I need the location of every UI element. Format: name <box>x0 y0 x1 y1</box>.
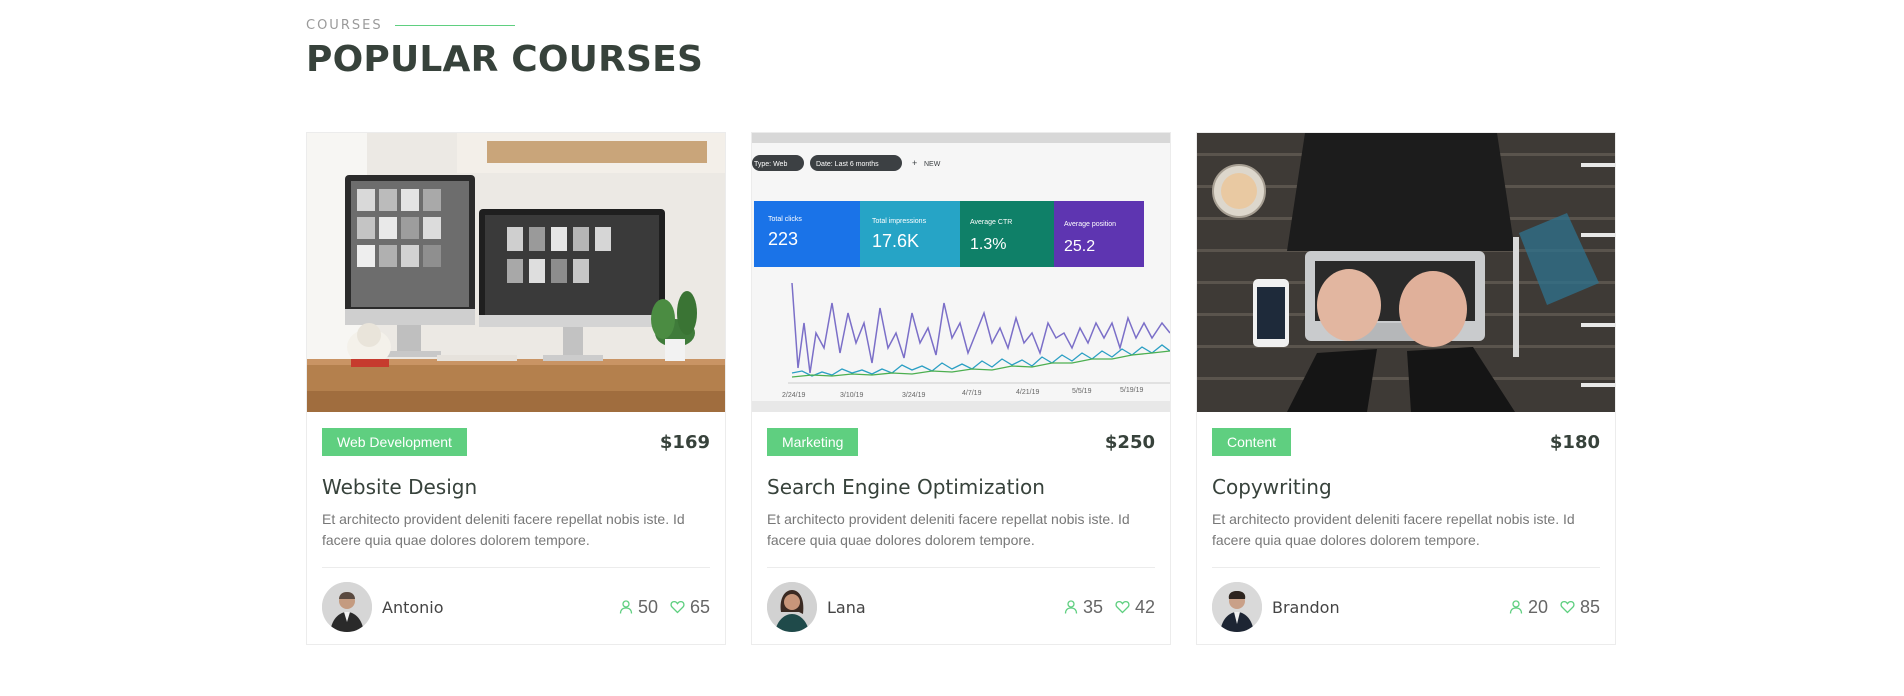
axis-date: 3/10/19 <box>840 392 863 399</box>
likes-count: 42 <box>1134 596 1155 617</box>
chip-date: Date: Last 6 months <box>816 161 879 168</box>
trainer: Brandon <box>1212 582 1340 632</box>
trainer: Lana <box>767 582 866 632</box>
section-title: POPULAR COURSES <box>306 39 704 80</box>
likes-count: 65 <box>689 596 710 617</box>
metric-label: Average CTR <box>970 219 1012 226</box>
metric-label: Total impressions <box>872 218 927 225</box>
course-price: $180 <box>1549 431 1600 453</box>
course-image[interactable] <box>307 133 725 412</box>
section-eyebrow: COURSES <box>306 18 703 33</box>
course-stats: 50 65 <box>619 597 710 618</box>
meta-row: Web Development $169 <box>322 427 710 457</box>
metric-label: Total clicks <box>768 216 802 223</box>
trainer-name[interactable]: Lana <box>827 598 866 617</box>
card-body: Marketing $250 Search Engine Optimizatio… <box>752 412 1170 632</box>
metric-value: 223 <box>768 229 798 249</box>
meta-row: Content $180 <box>1212 427 1600 457</box>
heart-icon <box>1115 601 1130 614</box>
likes-stat[interactable]: 65 <box>670 597 710 618</box>
students-stat: 35 <box>1064 597 1103 618</box>
trainer-name[interactable]: Antonio <box>382 598 444 617</box>
course-description: Et architecto provident deleniti facere … <box>1212 511 1575 548</box>
students-stat: 20 <box>1509 597 1548 618</box>
axis-date: 4/21/19 <box>1016 389 1039 396</box>
trainer: Antonio <box>322 582 444 632</box>
likes-stat[interactable]: 85 <box>1560 597 1600 618</box>
course-price: $169 <box>659 431 710 453</box>
metric-value: 1.3% <box>970 236 1006 253</box>
metric-label: Average position <box>1064 221 1116 228</box>
avatar <box>1212 582 1262 632</box>
heart-icon <box>670 601 685 614</box>
course-title[interactable]: Copywriting <box>1212 475 1600 499</box>
user-icon <box>1064 600 1078 614</box>
chip-new: NEW <box>924 161 941 168</box>
students-count: 35 <box>1082 596 1103 617</box>
course-stats: 20 85 <box>1509 597 1600 618</box>
students-count: 50 <box>637 596 658 617</box>
axis-date: 5/19/19 <box>1120 387 1143 394</box>
course-image[interactable] <box>1197 133 1615 412</box>
course-title[interactable]: Website Design <box>322 475 710 499</box>
plus-icon: + <box>912 158 917 168</box>
analytics-dashboard-photo: Type: Web Date: Last 6 months + NEW Tota… <box>752 133 1170 412</box>
category-badge[interactable]: Marketing <box>767 428 859 456</box>
axis-date: 5/5/19 <box>1072 388 1092 395</box>
course-title[interactable]: Search Engine Optimization <box>767 475 1155 499</box>
eyebrow-text: COURSES <box>306 18 383 33</box>
metric-value: 17.6K <box>872 231 919 251</box>
section-header: COURSES POPULAR COURSES <box>306 18 703 80</box>
axis-date: 2/24/19 <box>782 392 805 399</box>
course-price: $250 <box>1104 431 1155 453</box>
trainer-row: Brandon 20 85 <box>1212 568 1600 632</box>
course-card[interactable]: Type: Web Date: Last 6 months + NEW Tota… <box>751 132 1171 645</box>
heart-icon <box>1560 601 1575 614</box>
avatar <box>767 582 817 632</box>
trainer-row: Antonio 50 65 <box>322 568 710 632</box>
course-description: Et architecto provident deleniti facere … <box>322 511 685 548</box>
category-badge[interactable]: Web Development <box>322 428 467 456</box>
students-stat: 50 <box>619 597 658 618</box>
course-image[interactable]: Type: Web Date: Last 6 months + NEW Tota… <box>752 133 1170 412</box>
card-body: Web Development $169 Website Design Et a… <box>307 412 725 632</box>
metric-value: 25.2 <box>1064 238 1095 255</box>
course-list: Web Development $169 Website Design Et a… <box>306 132 1616 645</box>
desk-monitors-photo <box>307 133 725 412</box>
chip-type: Type: Web <box>754 161 787 168</box>
eyebrow-line <box>394 25 515 26</box>
course-card[interactable]: Content $180 Copywriting Et architecto p… <box>1196 132 1616 645</box>
card-body: Content $180 Copywriting Et architecto p… <box>1197 412 1615 632</box>
avatar <box>322 582 372 632</box>
category-badge[interactable]: Content <box>1212 428 1292 456</box>
course-description: Et architecto provident deleniti facere … <box>767 511 1130 548</box>
axis-date: 4/7/19 <box>962 390 982 397</box>
laptop-typing-photo <box>1197 133 1615 412</box>
user-icon <box>1509 600 1523 614</box>
axis-date: 3/24/19 <box>902 392 925 399</box>
likes-count: 85 <box>1579 596 1600 617</box>
trainer-name[interactable]: Brandon <box>1272 598 1340 617</box>
likes-stat[interactable]: 42 <box>1115 597 1155 618</box>
students-count: 20 <box>1527 596 1548 617</box>
course-stats: 35 42 <box>1064 597 1155 618</box>
user-icon <box>619 600 633 614</box>
meta-row: Marketing $250 <box>767 427 1155 457</box>
trainer-row: Lana 35 42 <box>767 568 1155 632</box>
course-card[interactable]: Web Development $169 Website Design Et a… <box>306 132 726 645</box>
